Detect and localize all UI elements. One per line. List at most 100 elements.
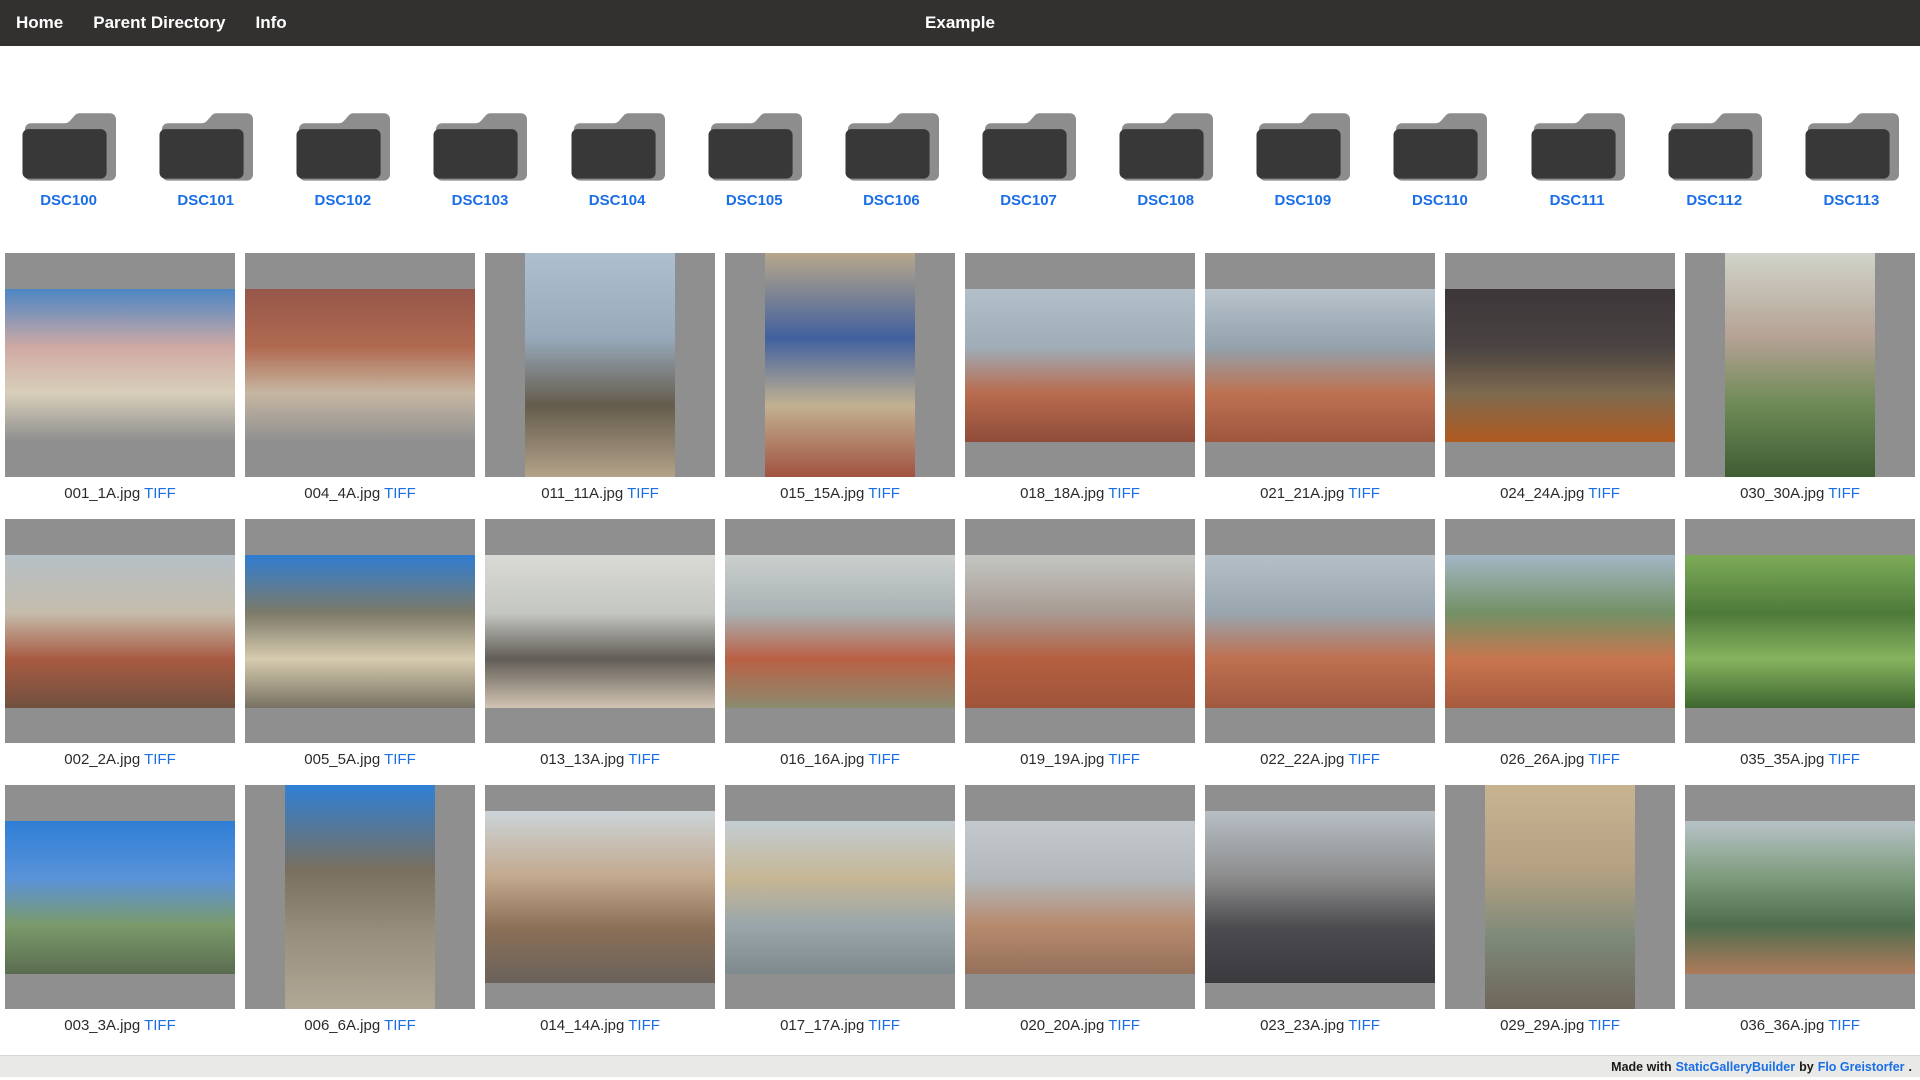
tiff-link[interactable]: TIFF (1348, 751, 1380, 768)
folder-label[interactable]: DSC104 (589, 192, 646, 209)
folder-label[interactable]: DSC111 (1550, 192, 1605, 209)
photo-thumbnail[interactable] (245, 554, 475, 708)
photo-mat[interactable] (485, 253, 715, 477)
photo-mat[interactable] (725, 785, 955, 1009)
photo-thumbnail[interactable] (965, 288, 1195, 442)
photo-thumbnail[interactable] (5, 820, 235, 974)
photo-thumbnail[interactable] (5, 288, 235, 442)
photo-thumbnail[interactable] (5, 554, 235, 708)
footer-builder-link[interactable]: StaticGalleryBuilder (1676, 1060, 1796, 1074)
tiff-link[interactable]: TIFF (1348, 1017, 1380, 1034)
tiff-link[interactable]: TIFF (1348, 485, 1380, 502)
photo-thumbnail[interactable] (1445, 288, 1675, 442)
photo-thumbnail[interactable] (965, 554, 1195, 708)
photo-thumbnail[interactable] (1205, 554, 1435, 708)
photo-thumbnail[interactable] (1205, 811, 1435, 983)
photo-thumbnail[interactable] (1685, 554, 1915, 708)
photo-thumbnail[interactable] (1725, 253, 1875, 477)
folder-link[interactable]: DSC109 (1234, 102, 1371, 209)
tiff-link[interactable]: TIFF (144, 751, 176, 768)
footer-author-link[interactable]: Flo Greistorfer (1818, 1060, 1905, 1074)
photo-thumbnail[interactable] (765, 253, 915, 477)
folder-label[interactable]: DSC107 (1000, 192, 1057, 209)
folder-label[interactable]: DSC112 (1686, 192, 1742, 209)
tiff-link[interactable]: TIFF (144, 1017, 176, 1034)
photo-mat[interactable] (245, 519, 475, 743)
tiff-link[interactable]: TIFF (1108, 751, 1140, 768)
photo-thumbnail[interactable] (965, 820, 1195, 974)
folder-label[interactable]: DSC109 (1274, 192, 1331, 209)
photo-thumbnail[interactable] (285, 785, 435, 1009)
photo-mat[interactable] (965, 785, 1195, 1009)
tiff-link[interactable]: TIFF (1828, 751, 1860, 768)
folder-link[interactable]: DSC103 (411, 102, 548, 209)
photo-thumbnail[interactable] (1485, 785, 1635, 1009)
folder-link[interactable]: DSC108 (1097, 102, 1234, 209)
tiff-link[interactable]: TIFF (628, 751, 660, 768)
tiff-link[interactable]: TIFF (1108, 1017, 1140, 1034)
photo-thumbnail[interactable] (485, 554, 715, 708)
photo-mat[interactable] (5, 253, 235, 477)
photo-thumbnail[interactable] (485, 811, 715, 983)
tiff-link[interactable]: TIFF (144, 485, 176, 502)
folder-link[interactable]: DSC112 (1646, 102, 1783, 209)
folder-label[interactable]: DSC113 (1823, 192, 1879, 209)
photo-thumbnail[interactable] (525, 253, 675, 477)
folder-link[interactable]: DSC107 (960, 102, 1097, 209)
photo-mat[interactable] (1445, 519, 1675, 743)
photo-mat[interactable] (485, 519, 715, 743)
nav-link-parent-directory[interactable]: Parent Directory (93, 13, 225, 33)
photo-mat[interactable] (725, 253, 955, 477)
photo-mat[interactable] (1205, 253, 1435, 477)
tiff-link[interactable]: TIFF (1588, 751, 1620, 768)
tiff-link[interactable]: TIFF (1828, 1017, 1860, 1034)
tiff-link[interactable]: TIFF (868, 1017, 900, 1034)
folder-label[interactable]: DSC103 (452, 192, 509, 209)
photo-mat[interactable] (725, 519, 955, 743)
folder-label[interactable]: DSC106 (863, 192, 920, 209)
tiff-link[interactable]: TIFF (384, 485, 416, 502)
photo-mat[interactable] (1205, 519, 1435, 743)
tiff-link[interactable]: TIFF (1828, 485, 1860, 502)
photo-thumbnail[interactable] (725, 820, 955, 974)
tiff-link[interactable]: TIFF (1588, 1017, 1620, 1034)
folder-link[interactable]: DSC105 (686, 102, 823, 209)
folder-link[interactable]: DSC110 (1371, 102, 1508, 209)
tiff-link[interactable]: TIFF (384, 751, 416, 768)
photo-mat[interactable] (5, 519, 235, 743)
photo-mat[interactable] (245, 253, 475, 477)
photo-mat[interactable] (1445, 253, 1675, 477)
photo-mat[interactable] (485, 785, 715, 1009)
folder-label[interactable]: DSC105 (726, 192, 783, 209)
folder-label[interactable]: DSC102 (315, 192, 372, 209)
folder-label[interactable]: DSC100 (40, 192, 97, 209)
photo-thumbnail[interactable] (1445, 554, 1675, 708)
photo-mat[interactable] (245, 785, 475, 1009)
photo-thumbnail[interactable] (1685, 820, 1915, 974)
tiff-link[interactable]: TIFF (628, 1017, 660, 1034)
folder-link[interactable]: DSC100 (0, 102, 137, 209)
tiff-link[interactable]: TIFF (627, 485, 659, 502)
tiff-link[interactable]: TIFF (868, 485, 900, 502)
nav-link-info[interactable]: Info (256, 13, 287, 33)
photo-mat[interactable] (1445, 785, 1675, 1009)
photo-thumbnail[interactable] (245, 288, 475, 442)
tiff-link[interactable]: TIFF (384, 1017, 416, 1034)
photo-mat[interactable] (1205, 785, 1435, 1009)
photo-mat[interactable] (965, 253, 1195, 477)
photo-mat[interactable] (1685, 519, 1915, 743)
photo-mat[interactable] (5, 785, 235, 1009)
folder-link[interactable]: DSC106 (823, 102, 960, 209)
folder-label[interactable]: DSC108 (1137, 192, 1194, 209)
folder-link[interactable]: DSC113 (1783, 102, 1920, 209)
photo-mat[interactable] (965, 519, 1195, 743)
tiff-link[interactable]: TIFF (1588, 485, 1620, 502)
tiff-link[interactable]: TIFF (868, 751, 900, 768)
nav-link-home[interactable]: Home (16, 13, 63, 33)
folder-link[interactable]: DSC102 (274, 102, 411, 209)
photo-mat[interactable] (1685, 253, 1915, 477)
folder-link[interactable]: DSC104 (549, 102, 686, 209)
photo-thumbnail[interactable] (1205, 288, 1435, 442)
tiff-link[interactable]: TIFF (1108, 485, 1140, 502)
folder-label[interactable]: DSC101 (177, 192, 234, 209)
